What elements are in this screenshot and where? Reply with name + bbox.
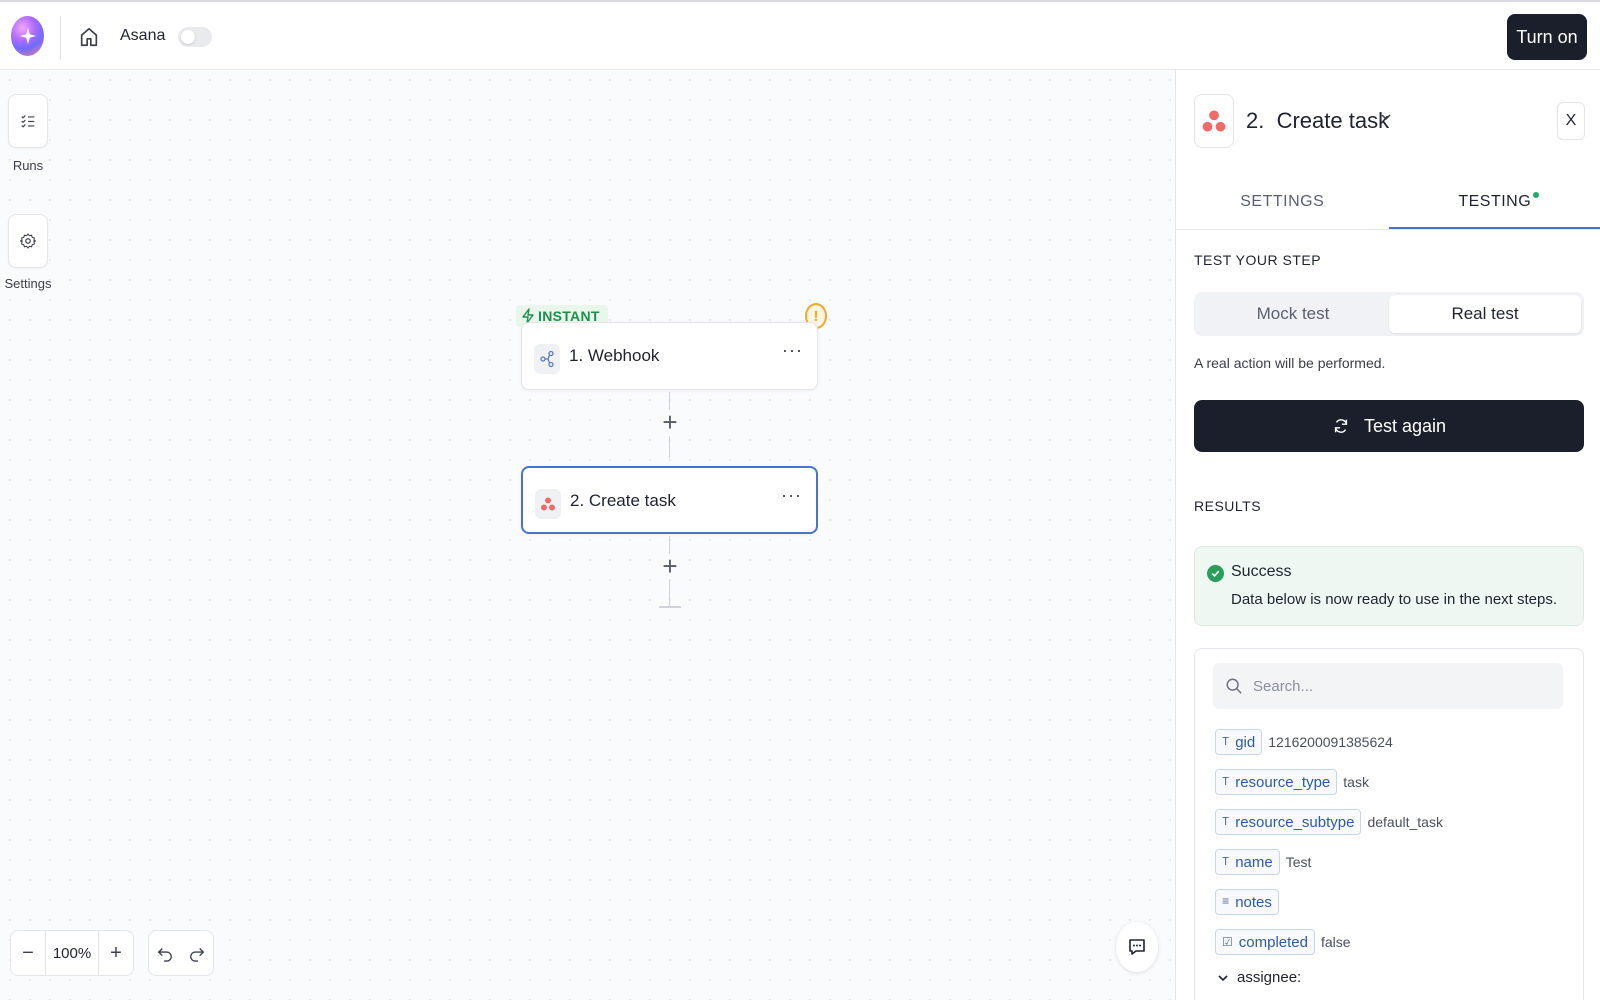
tab-settings[interactable]: SETTINGS [1176, 180, 1389, 229]
flow-step-webhook[interactable]: 1. Webhook ··· [521, 322, 818, 390]
rich-text-icon: ≡ [1222, 895, 1230, 909]
real-test-option[interactable]: Real test [1389, 295, 1581, 333]
result-field-row[interactable]: Tresource_subtype default_task [1215, 809, 1443, 835]
results-label: RESULTS [1194, 498, 1262, 514]
status-dot [1533, 192, 1540, 198]
check-circle-icon [1207, 565, 1224, 582]
chevron-down-icon [1218, 974, 1228, 981]
field-value: false [1320, 934, 1351, 950]
undo-icon[interactable] [156, 944, 174, 962]
runs-button[interactable] [8, 94, 48, 148]
divider [60, 16, 61, 60]
field-value: default_task [1367, 814, 1443, 830]
assignee-label: assignee: [1237, 969, 1302, 986]
step-panel: 2. Create task X SETTINGS TESTING TEST Y… [1175, 70, 1600, 1000]
home-button[interactable] [76, 24, 102, 50]
text-type-icon: T [1222, 735, 1230, 749]
sparkle-icon [19, 27, 36, 45]
field-value: task [1343, 774, 1369, 790]
add-step-button[interactable]: + [658, 409, 682, 435]
field-key-chip[interactable]: Tresource_type [1215, 769, 1338, 795]
history-controls [148, 930, 214, 976]
connector-line [669, 436, 670, 458]
zoom-in-button[interactable]: + [99, 931, 133, 975]
step-more-button[interactable]: ··· [782, 340, 803, 361]
zoom-level: 100% [45, 931, 99, 975]
real-test-note: A real action will be performed. [1194, 355, 1386, 371]
tab-testing[interactable]: TESTING [1388, 180, 1600, 229]
result-field-row[interactable]: Tname Test [1215, 849, 1311, 875]
chevron-down-icon[interactable] [1379, 110, 1393, 129]
success-description: Data below is now ready to use in the ne… [1231, 591, 1558, 608]
success-alert: Success Data below is now ready to use i… [1194, 546, 1584, 626]
webhook-icon [534, 344, 560, 374]
test-again-button[interactable]: Test again [1194, 400, 1584, 452]
text-type-icon: T [1222, 855, 1230, 869]
test-mode-segmented: Mock test Real test [1194, 292, 1584, 336]
asana-icon [535, 489, 561, 519]
settings-button[interactable] [8, 214, 48, 268]
field-value: 1216200091385624 [1268, 734, 1393, 750]
step-number: 2. [1246, 108, 1265, 133]
checkbox-icon: ☑ [1222, 935, 1233, 950]
zoom-controls: − 100% + [10, 930, 134, 976]
result-field-row[interactable]: ≡ notes [1215, 889, 1285, 915]
close-button[interactable]: X [1557, 102, 1585, 140]
assignee-group-toggle[interactable]: assignee: [1217, 969, 1301, 986]
search-icon [1226, 678, 1242, 694]
text-type-icon: T [1222, 775, 1230, 789]
flow-step-create-task[interactable]: 2. Create task ··· [521, 466, 818, 534]
settings-label: Settings [4, 276, 52, 291]
app-logo[interactable] [11, 16, 44, 56]
step-name: Create task [1276, 108, 1390, 133]
search-input[interactable] [1253, 677, 1553, 695]
step-title: 2. Create task [570, 491, 676, 510]
gear-icon [19, 233, 37, 249]
result-field-row[interactable]: Tgid 1216200091385624 [1215, 729, 1393, 755]
flow-enabled-toggle[interactable] [178, 27, 212, 47]
turn-on-button[interactable]: Turn on [1507, 14, 1587, 60]
redo-icon[interactable] [188, 944, 206, 962]
panel-title[interactable]: 2. Create task [1246, 108, 1389, 134]
top-bar: Asana Turn on [0, 0, 1600, 70]
connector-line [669, 580, 670, 606]
field-key-chip[interactable]: ≡ notes [1215, 889, 1279, 915]
chat-icon [1129, 939, 1145, 955]
zoom-out-button[interactable]: − [11, 931, 45, 975]
field-key-chip[interactable]: Tname [1215, 849, 1280, 875]
success-title: Success [1231, 563, 1292, 580]
step-more-button[interactable]: ··· [781, 485, 802, 506]
field-value: Test [1285, 854, 1312, 870]
mock-test-option[interactable]: Mock test [1197, 295, 1389, 333]
result-field-row[interactable]: ☑ completed false [1215, 929, 1351, 955]
test-section-label: TEST YOUR STEP [1194, 252, 1322, 268]
text-type-icon: T [1222, 815, 1230, 829]
asana-icon [1194, 94, 1234, 148]
field-key-chip[interactable]: Tresource_subtype [1215, 809, 1362, 835]
add-step-button[interactable]: + [658, 553, 682, 579]
panel-tabs: SETTINGS TESTING [1176, 180, 1600, 230]
search-field [1213, 663, 1563, 709]
runs-label: Runs [12, 158, 44, 173]
result-field-row[interactable]: Tresource_type task [1215, 769, 1369, 795]
step-title: 1. Webhook [569, 346, 660, 365]
refresh-icon [1334, 419, 1348, 433]
chat-button[interactable] [1116, 922, 1158, 972]
flow-end-marker [659, 606, 681, 608]
flow-canvas[interactable]: Runs Settings INSTANT ! 1. Webhook ··· + [0, 70, 1175, 1000]
field-key-chip[interactable]: ☑ completed [1215, 929, 1315, 955]
checklist-icon [21, 115, 35, 128]
test-again-label: Test again [1363, 415, 1447, 436]
flow-name[interactable]: Asana [120, 27, 165, 45]
home-icon [80, 27, 98, 47]
field-key-chip[interactable]: Tgid [1215, 729, 1263, 755]
results-data-tree: Tgid 1216200091385624 Tresource_type tas… [1194, 648, 1584, 1000]
